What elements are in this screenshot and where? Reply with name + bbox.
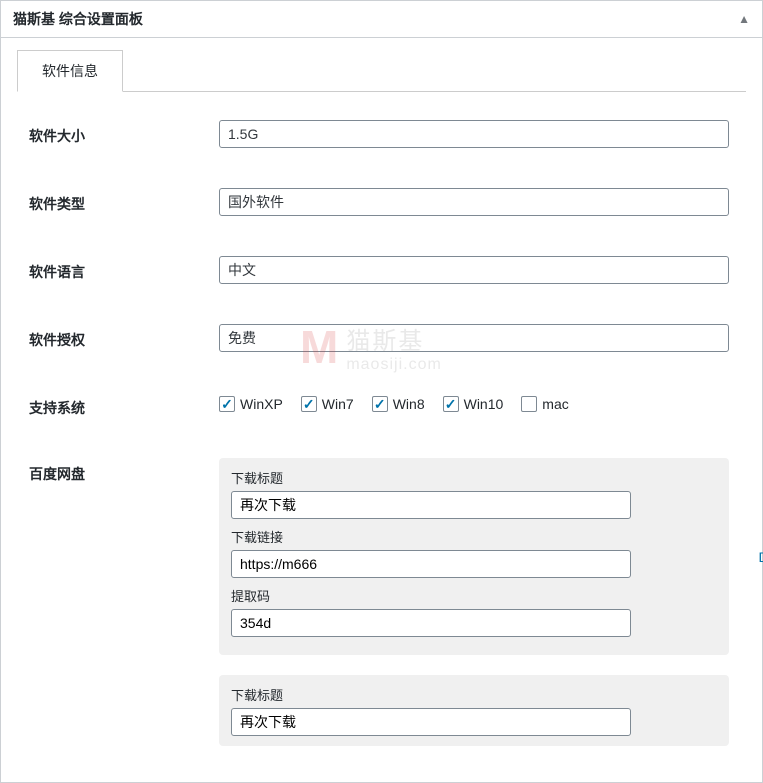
row-software-license: 软件授权 — [17, 324, 746, 352]
download-link-label-1: 下载链接 — [231, 527, 717, 546]
collapse-toggle-icon[interactable]: ▲ — [738, 12, 750, 26]
label-software-type: 软件类型 — [29, 188, 219, 214]
row-software-language: 软件语言 — [17, 256, 746, 284]
label-software-license: 软件授权 — [29, 324, 219, 350]
label-software-size: 软件大小 — [29, 120, 219, 146]
checkbox-win8[interactable] — [372, 396, 388, 412]
delete-button-1[interactable]: Delete — [759, 549, 763, 565]
download-code-input-1[interactable] — [231, 609, 631, 637]
download-title-input-2[interactable] — [231, 708, 631, 736]
input-software-type[interactable] — [219, 188, 729, 216]
tab-software-info[interactable]: 软件信息 — [17, 50, 123, 92]
checkbox-label-mac: mac — [542, 396, 568, 412]
checkbox-item-winxp[interactable]: WinXP — [219, 396, 283, 412]
download-title-input-1[interactable] — [231, 491, 631, 519]
checkbox-label-winxp: WinXP — [240, 396, 283, 412]
row-supported-os: 支持系统 WinXP Win7 Win8 — [17, 392, 746, 418]
download-group-1: 下载标题 下载链接 提取码 Delete — [219, 458, 729, 655]
checkbox-label-win10: Win10 — [464, 396, 504, 412]
checkbox-item-mac[interactable]: mac — [521, 396, 568, 412]
label-supported-os: 支持系统 — [29, 392, 219, 418]
tabs: 软件信息 — [17, 50, 746, 92]
panel-header: 猫斯基 综合设置面板 ▲ — [1, 1, 762, 38]
os-checkbox-group: WinXP Win7 Win8 Win10 — [219, 392, 746, 412]
panel-title: 猫斯基 综合设置面板 — [13, 9, 143, 29]
download-code-label-1: 提取码 — [231, 586, 717, 605]
label-software-language: 软件语言 — [29, 256, 219, 282]
checkbox-win7[interactable] — [301, 396, 317, 412]
input-software-license[interactable] — [219, 324, 729, 352]
checkbox-label-win7: Win7 — [322, 396, 354, 412]
checkbox-mac[interactable] — [521, 396, 537, 412]
label-baidu-pan: 百度网盘 — [29, 458, 219, 484]
download-title-label-2: 下载标题 — [231, 685, 717, 704]
panel-body: 软件信息 软件大小 软件类型 软件语言 软件授权 — [1, 38, 762, 782]
input-software-language[interactable] — [219, 256, 729, 284]
download-title-label-1: 下载标题 — [231, 468, 717, 487]
checkbox-item-win7[interactable]: Win7 — [301, 396, 354, 412]
row-software-size: 软件大小 — [17, 120, 746, 148]
download-link-input-1[interactable] — [231, 550, 631, 578]
checkbox-winxp[interactable] — [219, 396, 235, 412]
settings-panel: 猫斯基 综合设置面板 ▲ 软件信息 软件大小 软件类型 软件语言 软件授权 — [0, 0, 763, 783]
checkbox-label-win8: Win8 — [393, 396, 425, 412]
row-baidu-pan: 百度网盘 下载标题 下载链接 提取码 Delete — [17, 458, 746, 766]
checkbox-win10[interactable] — [443, 396, 459, 412]
download-group-2: 下载标题 — [219, 675, 729, 746]
checkbox-item-win8[interactable]: Win8 — [372, 396, 425, 412]
row-software-type: 软件类型 — [17, 188, 746, 216]
input-software-size[interactable] — [219, 120, 729, 148]
checkbox-item-win10[interactable]: Win10 — [443, 396, 504, 412]
